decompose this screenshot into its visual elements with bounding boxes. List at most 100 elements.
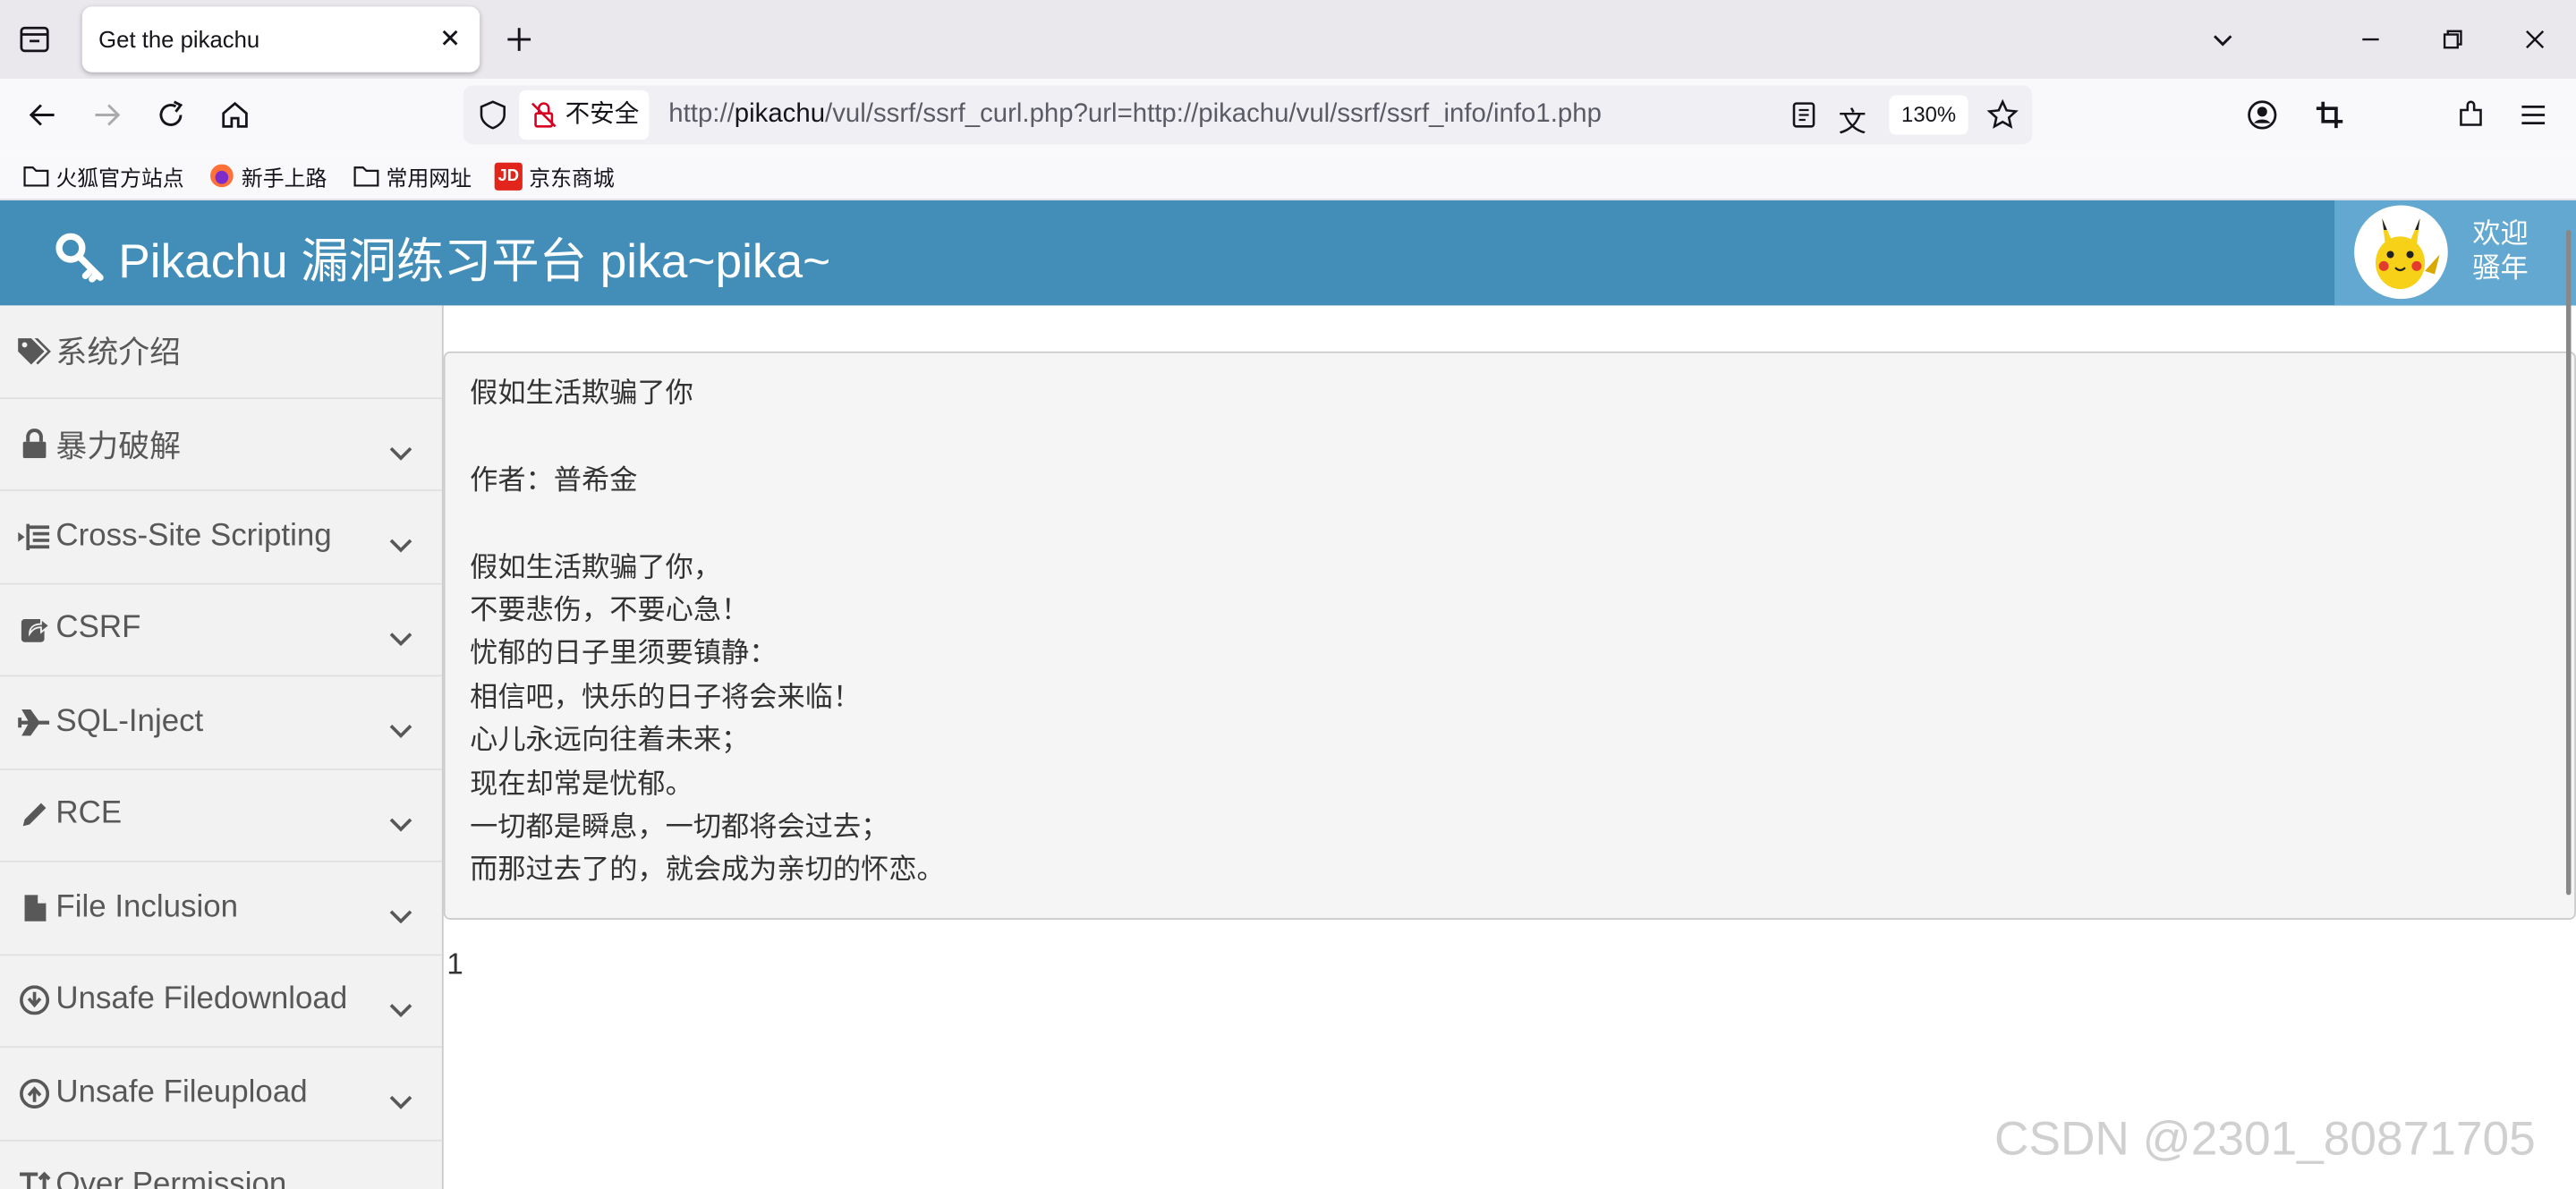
sidebar-item-csrf[interactable]: CSRF — [0, 584, 442, 677]
poem-line: 相信吧，快乐的日子将会来临！ — [470, 681, 862, 715]
url-text[interactable]: http://pikachu/vul/ssrf/ssrf_curl.php?ur… — [668, 100, 1602, 130]
chevron-down-icon — [389, 898, 412, 934]
sidebar-item-sql-inject[interactable]: SQL-Inject — [0, 676, 442, 769]
forward-icon[interactable] — [87, 95, 126, 134]
bookmark-item[interactable]: 火狐官方站点 — [23, 161, 184, 191]
reload-icon[interactable] — [151, 95, 191, 134]
bookmark-item[interactable]: 常用网址 — [353, 161, 472, 191]
sidebar-item-unsafe-fileupload[interactable]: Unsafe Fileupload — [0, 1048, 442, 1141]
insecure-indicator[interactable]: 不安全 — [519, 89, 650, 140]
web-page: Pikachu 漏洞练习平台 pika~pika~ 欢迎 骚年 系统介绍 暴力破… — [0, 200, 2576, 1189]
back-icon[interactable] — [23, 95, 63, 134]
site-brand[interactable]: Pikachu 漏洞练习平台 pika~pika~ — [55, 224, 830, 293]
sidebar-item-brute-force[interactable]: 暴力破解 — [0, 398, 442, 491]
tab-title: Get the pikachu — [98, 26, 260, 53]
chevron-down-icon — [389, 805, 412, 841]
sidebar-item-file-inclusion[interactable]: File Inclusion — [0, 862, 442, 955]
poem-line: 不要悲伤，不要心急！ — [470, 594, 750, 628]
chevron-down-icon — [389, 1176, 412, 1189]
bookmark-label: 京东商城 — [529, 165, 615, 191]
sidebar-item-label: CSRF — [55, 611, 141, 646]
translate-icon[interactable]: 文 — [1839, 98, 1866, 140]
text-height-icon — [16, 1169, 52, 1189]
sidebar-item-over-permission[interactable]: Over Permission — [0, 1141, 442, 1189]
bookmarks-bar: 火狐官方站点 新手上路 常用网址 JD 京东商城 — [0, 150, 2576, 200]
poem-line: 作者：普希金 — [470, 464, 638, 497]
new-tab-icon[interactable] — [501, 21, 537, 57]
bookmark-item[interactable]: 新手上路 — [208, 161, 327, 191]
poem-line: 忧郁的日子里须要镇静： — [470, 637, 778, 671]
sidebar-item-label: SQL-Inject — [55, 704, 204, 739]
sidebar-item-unsafe-filedownload[interactable]: Unsafe Filedownload — [0, 955, 442, 1049]
home-icon[interactable] — [216, 95, 255, 134]
restore-icon[interactable] — [2433, 20, 2472, 59]
poem-line — [470, 416, 945, 459]
jd-icon: JD — [494, 161, 523, 191]
bookmark-label: 常用网址 — [386, 165, 472, 191]
poem-line — [470, 503, 945, 546]
tab-bar: Get the pikachu — [0, 0, 2576, 80]
extensions-icon[interactable] — [2451, 95, 2490, 134]
reader-view-icon[interactable] — [1790, 100, 1819, 138]
bookmark-label: 新手上路 — [241, 165, 327, 191]
sidebar-item-label: Unsafe Filedownload — [55, 982, 348, 1017]
zoom-level-badge[interactable]: 130% — [1889, 95, 1968, 135]
screenshot-crop-icon[interactable] — [2310, 95, 2350, 134]
download-icon — [16, 984, 52, 1017]
site-title: Pikachu 漏洞练习平台 pika~pika~ — [118, 236, 831, 290]
close-tab-icon[interactable] — [437, 25, 463, 51]
indent-icon — [16, 520, 52, 553]
firefox-icon — [210, 164, 234, 188]
chevron-down-icon — [389, 620, 412, 656]
sidebar-item-label: Unsafe Fileupload — [55, 1074, 308, 1110]
bookmark-item[interactable]: JD 京东商城 — [494, 161, 615, 191]
file-icon — [16, 891, 52, 924]
page-scrollbar[interactable] — [2565, 229, 2572, 896]
plane-icon — [16, 706, 52, 739]
poem-line: 心儿永远向往着未来； — [470, 724, 750, 758]
sidebar-item-xss[interactable]: Cross-Site Scripting — [0, 491, 442, 584]
site-header: Pikachu 漏洞练习平台 pika~pika~ 欢迎 骚年 — [0, 200, 2576, 306]
sidebar-item-label: 暴力破解 — [55, 429, 181, 465]
bookmark-star-icon[interactable] — [1986, 98, 2019, 140]
insecure-label: 不安全 — [565, 99, 640, 129]
poem-line: 而那过去了的，就会成为亲切的怀恋。 — [470, 854, 945, 888]
chevron-down-icon — [389, 1084, 412, 1120]
sidebar-item-label: File Inclusion — [55, 889, 239, 925]
upload-icon — [16, 1077, 52, 1110]
user-info[interactable]: 欢迎 骚年 — [2334, 200, 2576, 306]
tab-list-icon[interactable] — [13, 20, 56, 59]
pikachu-avatar-icon — [2375, 218, 2440, 290]
share-icon — [16, 613, 52, 646]
welcome-line: 欢迎 — [2472, 218, 2529, 251]
sidebar: 系统介绍 暴力破解 Cross-Site Scripting CSRF SQL-… — [0, 305, 444, 1189]
username: 骚年 — [2472, 252, 2529, 285]
tags-icon — [16, 335, 52, 368]
sidebar-item-label: 系统介绍 — [55, 336, 181, 372]
menu-icon[interactable] — [2513, 95, 2553, 134]
avatar — [2354, 205, 2448, 300]
chevron-down-icon — [389, 527, 412, 563]
poem-line: 现在却常是忧郁。 — [470, 768, 693, 801]
poem-text: 假如生活欺骗了你 作者：普希金 假如生活欺骗了你， 不要悲伤，不要心急！ 忧郁的… — [470, 373, 945, 893]
poem-line: 假如生活欺骗了你 — [470, 378, 693, 411]
address-bar[interactable]: 不安全 http://pikachu/vul/ssrf/ssrf_curl.ph… — [463, 85, 2033, 145]
poem-line: 假如生活欺骗了你， — [470, 550, 722, 584]
sidebar-item-label: Over Permission — [55, 1168, 287, 1189]
folder-icon — [353, 166, 379, 187]
account-icon[interactable] — [2242, 95, 2282, 134]
sidebar-item-rce[interactable]: RCE — [0, 769, 442, 862]
url-scheme: http:// — [668, 99, 735, 129]
sidebar-item-intro[interactable]: 系统介绍 — [0, 305, 442, 399]
active-tab[interactable]: Get the pikachu — [81, 6, 480, 72]
bookmark-label: 火狐官方站点 — [55, 165, 184, 191]
minimize-icon[interactable] — [2351, 20, 2390, 59]
poem-line: 一切都是瞬息，一切都将会过去； — [470, 811, 889, 845]
tab-overflow-chevron-icon[interactable] — [2203, 20, 2242, 59]
navigation-toolbar: 不安全 http://pikachu/vul/ssrf/ssrf_curl.ph… — [0, 79, 2576, 151]
welcome-text: 欢迎 骚年 — [2472, 217, 2528, 285]
ssrf-result-box: 假如生活欺骗了你 作者：普希金 假如生活欺骗了你， 不要悲伤，不要心急！ 忧郁的… — [443, 351, 2576, 920]
close-window-icon[interactable] — [2515, 20, 2555, 59]
sidebar-item-label: RCE — [55, 796, 123, 832]
shield-icon[interactable] — [478, 100, 507, 138]
